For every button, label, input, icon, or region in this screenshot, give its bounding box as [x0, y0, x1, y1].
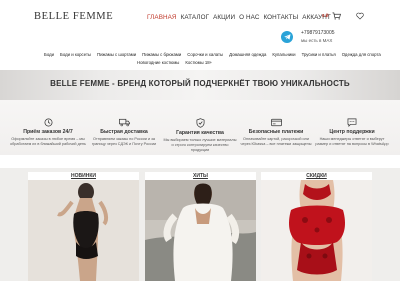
product-card-hits[interactable]: ХИТЫ: [145, 172, 256, 281]
category-item[interactable]: Костюмы 18+: [185, 60, 212, 65]
category-item[interactable]: Купальники: [272, 52, 295, 57]
feature-desc: Отправляем заказы по России и за границу…: [91, 136, 157, 146]
category-row: Боди Боди и корсеты Пижамы с шортами Пиж…: [44, 52, 381, 57]
site-header: BELLE FEMME ГЛАВНАЯ КАТАЛОГ АКЦИИ О НАС …: [0, 0, 400, 46]
nav-about[interactable]: О НАС: [239, 14, 259, 21]
category-row: Новогодние костюмы Костюмы 18+: [137, 60, 212, 65]
product-image[interactable]: [145, 180, 256, 281]
category-nav: Боди Боди и корсеты Пижамы с шортами Пиж…: [0, 50, 400, 68]
feature-desc: Мы выбираем только лучшие материалы и ст…: [163, 137, 237, 152]
category-item[interactable]: Домашняя одежда: [229, 52, 266, 57]
feature-title: Гарантия качества: [176, 130, 224, 136]
card-label[interactable]: НОВИНКИ: [28, 173, 139, 179]
card-label[interactable]: ХИТЫ: [145, 173, 256, 179]
feature-title: Центр поддержки: [329, 129, 375, 135]
product-image[interactable]: [28, 180, 139, 281]
feature-desc: Оформляйте заказы в любое время – мы обр…: [10, 136, 87, 146]
cart-count: 0 ₽: [322, 13, 329, 18]
clock-icon: [44, 118, 52, 127]
category-item[interactable]: Новогодние костюмы: [137, 60, 179, 65]
cart-widget[interactable]: 0 ₽: [322, 12, 341, 20]
nav-contacts[interactable]: КОНТАКТЫ: [263, 14, 298, 21]
category-item[interactable]: Сорочки и халаты: [187, 52, 223, 57]
shield-icon: [196, 118, 204, 128]
cart-icon[interactable]: [332, 12, 341, 20]
nav-home[interactable]: ГЛАВНАЯ: [147, 14, 177, 21]
feature-title: Приём заказов 24/7: [23, 129, 73, 135]
feature-item: Центр поддержки Наши менеджеры ответят и…: [314, 118, 390, 147]
truck-icon: [118, 118, 130, 127]
card-label[interactable]: СКИДКИ: [261, 173, 372, 179]
category-item[interactable]: Боди и корсеты: [60, 52, 91, 57]
category-item[interactable]: Пижамы с шортами: [97, 52, 136, 57]
feature-title: Быстрая доставка: [100, 129, 148, 135]
telegram-icon[interactable]: [281, 31, 293, 43]
logo[interactable]: BELLE FEMME: [34, 11, 113, 22]
product-card-new[interactable]: НОВИНКИ: [28, 172, 139, 281]
phone-number[interactable]: +79879173005: [301, 30, 335, 36]
feature-item: Гарантия качества Мы выбираем только луч…: [162, 118, 238, 153]
category-item[interactable]: Одежда для спорта: [342, 52, 381, 57]
card-icon: [270, 118, 282, 127]
chat-icon: [347, 118, 357, 127]
main-nav: ГЛАВНАЯ КАТАЛОГ АКЦИИ О НАС КОНТАКТЫ АКК…: [147, 14, 331, 21]
category-item[interactable]: Пижамы с брюками: [142, 52, 181, 57]
category-item[interactable]: Боди: [44, 52, 54, 57]
feature-item: Приём заказов 24/7 Оформляйте заказы в л…: [10, 118, 86, 147]
hero-title: BELLE FEMME - БРЕНД КОТОРЫЙ ПОДЧЕРКНЁТ Т…: [50, 79, 350, 88]
product-image[interactable]: [261, 180, 372, 281]
feature-item: Быстрая доставка Отправляем заказы по Ро…: [86, 118, 162, 147]
product-card-sale[interactable]: СКИДКИ: [261, 172, 372, 281]
feature-item: Безопасные платежи Оплачивайте картой, р…: [238, 118, 314, 147]
nav-catalog[interactable]: КАТАЛОГ: [181, 14, 210, 21]
feature-desc: Оплачивайте картой, рассрочкой или через…: [240, 136, 312, 146]
nav-sales[interactable]: АКЦИИ: [213, 14, 235, 21]
messenger-note[interactable]: мы есть в MAX: [301, 38, 332, 43]
feature-title: Безопасные платежи: [248, 129, 304, 135]
category-item[interactable]: Трусики и платья: [302, 52, 336, 57]
feature-desc: Наши менеджеры ответят и выберут размер …: [315, 136, 389, 146]
heart-icon[interactable]: [356, 12, 364, 20]
